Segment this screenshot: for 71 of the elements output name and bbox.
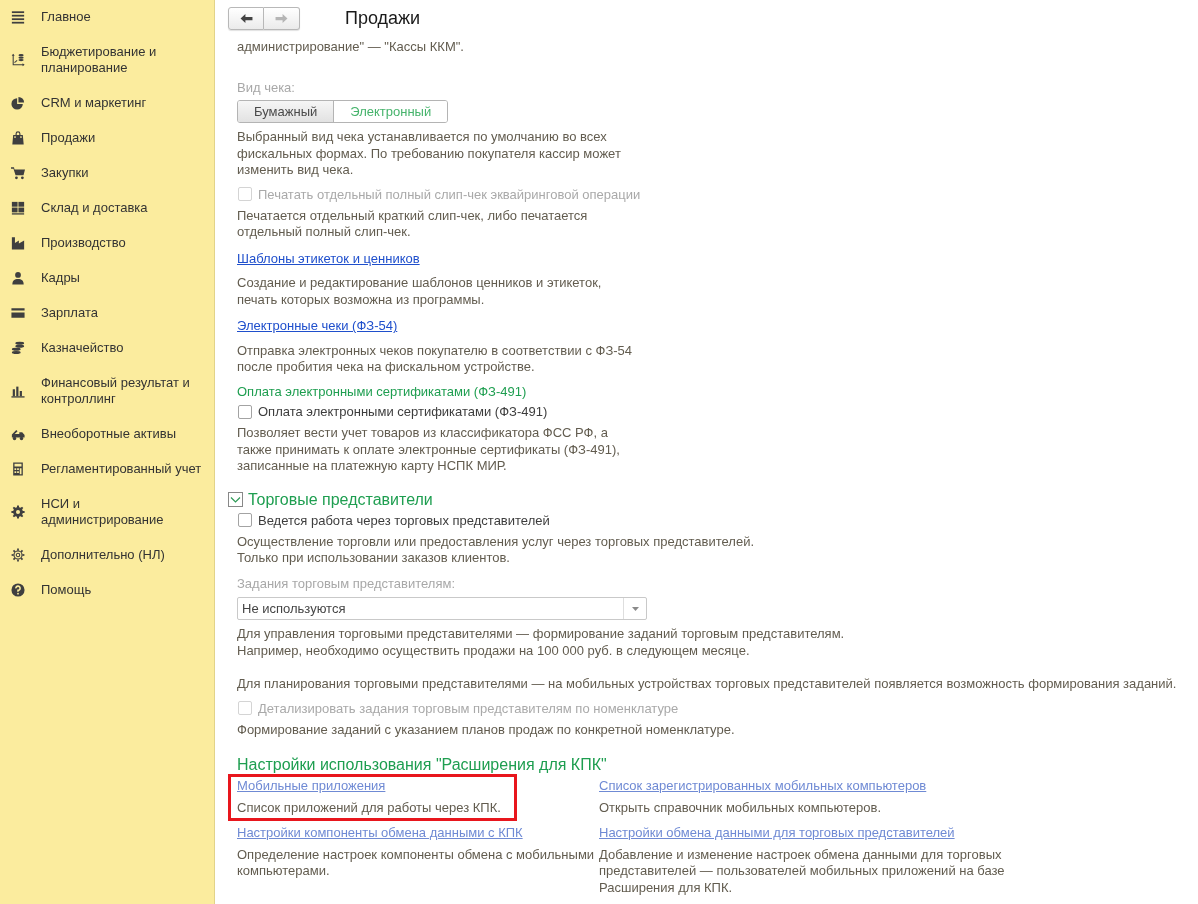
sidebar-item[interactable]: Регламентированный учет [0, 452, 214, 487]
calculator-icon [11, 462, 25, 476]
arrow-left-icon [239, 13, 253, 24]
factory-icon [11, 236, 25, 250]
arrow-right-icon [275, 13, 288, 24]
text-link[interactable]: Список зарегистрированных мобильных компьютеров [599, 778, 927, 793]
text-link[interactable]: Настройки обмена данными для торговых представителей [599, 825, 955, 840]
checkbox[interactable] [238, 404, 252, 419]
sidebar-item[interactable]: Зарплата [0, 296, 214, 331]
description-text: Печатается отдельный краткий слип-чек, либо печатается отдельный полный слип-чек. [237, 207, 588, 241]
sidebar-item[interactable]: Бюджетирование и планирование [0, 35, 214, 86]
settings-icon [11, 548, 25, 562]
description-text: Для управления торговыми представителями — формирование заданий торговым представителям. Например, необходимо осуществить продажи на 100 000 руб. в следующем месяце. [237, 626, 845, 659]
text-link[interactable]: Электронные чеки (ФЗ-54) [237, 318, 398, 333]
description-text: Список приложений для работы через КПК. [237, 799, 501, 816]
description-text: Определение настроек компоненты обмена с мобильными компьютерами. [237, 846, 595, 880]
description-text: Открыть справочник мобильных компьютеров. [599, 799, 882, 816]
pie-chart-icon [11, 96, 25, 110]
field-label: Вид чека: [237, 79, 295, 96]
settings-icon [11, 505, 25, 519]
subsection-title: Оплата электронными сертификатами (ФЗ-491) [237, 383, 527, 400]
caret-icon [631, 606, 639, 611]
description-text: Осуществление торговли или предоставления услуг через торговых представителей. Только при использовании заказов клиентов. [237, 533, 755, 567]
sidebar-item[interactable]: Закупки [0, 156, 214, 191]
person-icon [11, 271, 25, 285]
sidebar-item[interactable]: Помощь [0, 573, 214, 608]
sidebar-item[interactable]: Склад и доставка [0, 191, 214, 226]
sidebar-item[interactable]: Кадры [0, 261, 214, 296]
sidebar-item[interactable]: Внеоборотные активы [0, 417, 214, 452]
cart-icon [11, 166, 25, 180]
dropdown-field[interactable]: Не используются [237, 597, 647, 620]
section-title: Торговые представители [248, 490, 433, 509]
chevron-down-icon[interactable] [228, 492, 243, 507]
toggle-option[interactable]: Бумажный [238, 101, 334, 122]
shopping-bag-icon [11, 131, 25, 145]
sidebar-item[interactable]: Производство [0, 226, 214, 261]
checkbox-label: Детализировать задания торговым представителям по номенклатуре [258, 700, 679, 716]
description-text: Добавление и изменение настроек обмена данными для торговых представителей — пользователей мобильных приложений на базе Расширения для КПК. [599, 846, 1005, 896]
description-text: Создание и редактирование шаблонов ценников и этикеток, печать которых возможна из программы. [237, 275, 602, 308]
field-label: Задания торговым представителям: [237, 575, 456, 592]
checkbox-label: Оплата электронными сертификатами (ФЗ-491) [258, 404, 548, 419]
text-link[interactable]: Настройки компоненты обмена данными с КПК [237, 825, 523, 840]
description-text: Формирование заданий с указанием планов продаж по конкретной номенклатуре. [237, 721, 735, 738]
description-text: Для планирования торговыми представителями — на мобильных устройствах торговых представителей появляется возможность формирования заданий. [237, 676, 1177, 693]
truck-icon [11, 427, 25, 441]
menu-icon [11, 10, 25, 24]
checkbox-label: Печатать отдельный полный слип-чек эквайринговой операции [258, 186, 641, 202]
description-text: администрирование" — "Кассы ККМ". [237, 39, 464, 56]
sidebar-item[interactable]: Дополнительно (НЛ) [0, 538, 214, 573]
checkbox-label: Ведется работа через торговых представителей [258, 512, 550, 528]
sidebar-item[interactable]: CRM и маркетинг [0, 86, 214, 121]
checkbox[interactable] [238, 513, 252, 527]
card-icon [11, 306, 25, 320]
sidebar-item[interactable]: Финансовый результат и контроллинг [0, 366, 214, 417]
section-title: Настройки использования "Расширения для КПК" [237, 755, 607, 775]
page-title: Продажи [345, 7, 421, 30]
description-text: Отправка электронных чеков покупателю в соответствии с ФЗ-54 после пробития чека на фискальном устройстве. [237, 342, 633, 376]
sidebar-item[interactable]: НСИ и администрирование [0, 487, 214, 538]
help-icon [11, 583, 25, 597]
grid-icon [11, 201, 25, 215]
text-link[interactable]: Мобильные приложения [237, 778, 386, 793]
sidebar-item[interactable]: Казначейство [0, 331, 214, 366]
bar-chart-icon [11, 384, 25, 398]
back-button[interactable] [228, 7, 264, 30]
sidebar-item[interactable]: Главное [0, 0, 214, 35]
description-text: Выбранный вид чека устанавливается по умолчанию во всех фискальных формах. По требованию покупателя кассир может изменить вид чека. [237, 129, 621, 179]
sidebar-item[interactable]: Продажи [0, 121, 214, 156]
coins-icon [11, 341, 25, 355]
text-link[interactable]: Шаблоны этикеток и ценников [237, 250, 420, 266]
description-text: Позволяет вести учет товаров из классификатора ФСС РФ, а также принимать к оплате электронные сертификаты (ФЗ-491), записанные на платежную карту НСПК МИР. [237, 425, 620, 475]
chart-axes-icon [11, 53, 25, 67]
